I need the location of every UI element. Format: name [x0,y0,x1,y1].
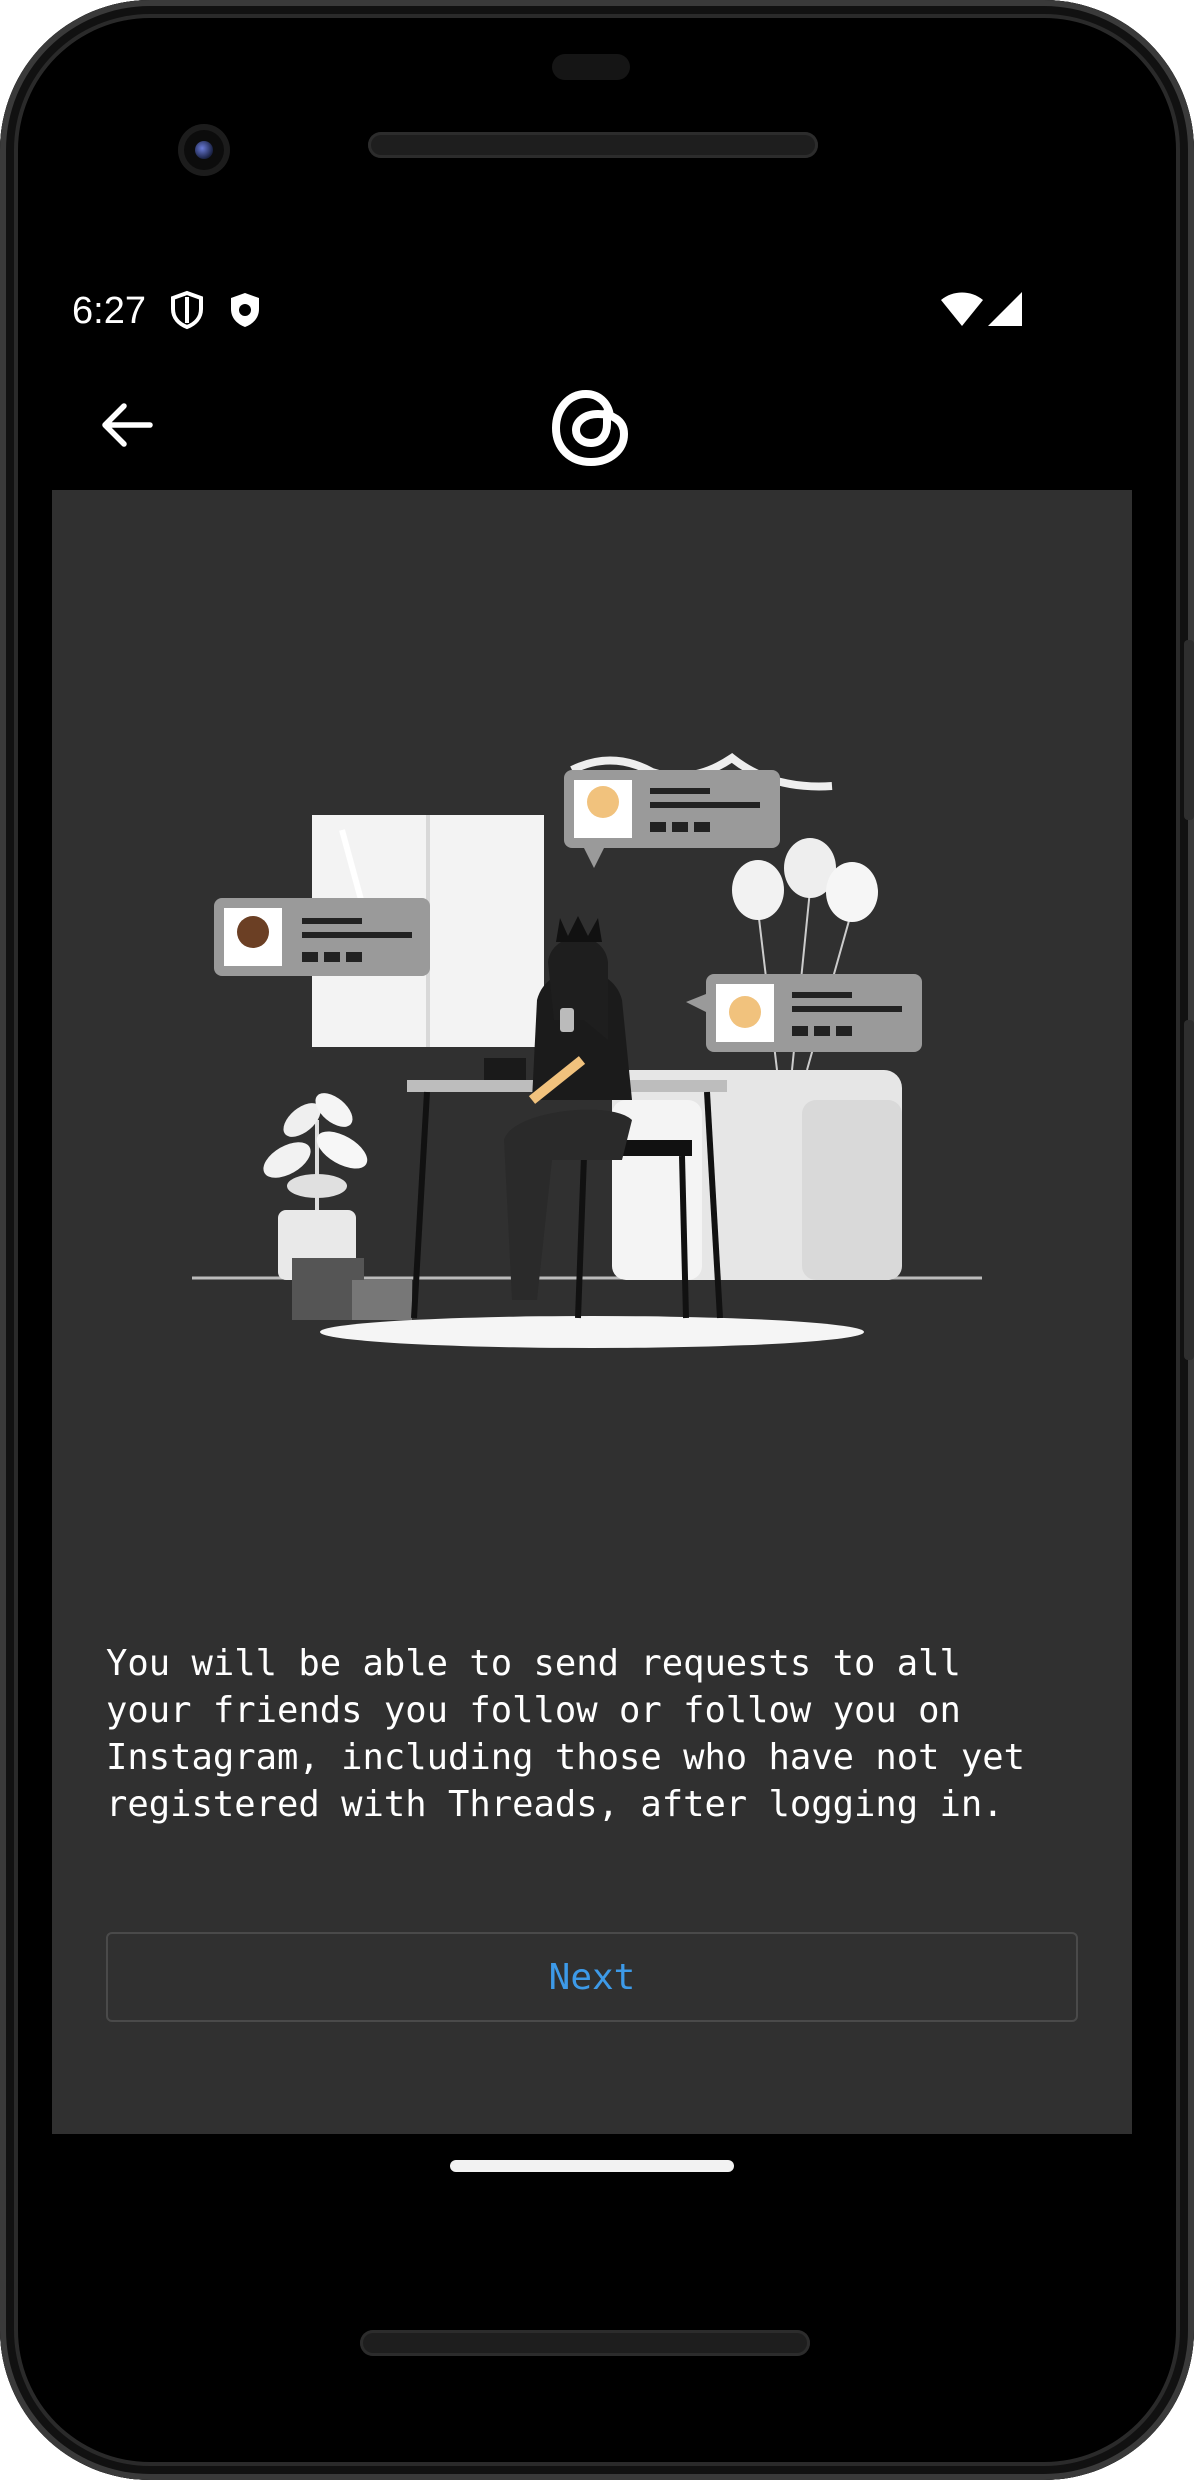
status-bar: 6:27 [52,280,1052,340]
proximity-sensor [552,54,630,80]
earpiece-speaker [368,132,818,158]
status-time: 6:27 [72,290,146,332]
volume-button [1184,1020,1194,1360]
power-button [1184,640,1194,820]
onboarding-content: You will be able to send requests to all… [52,490,1132,2134]
onboarding-description: You will be able to send requests to all… [106,1643,1026,1825]
person-at-desk-with-chat-bubbles-illustration [192,740,992,1360]
app-bar [52,360,1132,490]
shield-check-icon [228,290,262,335]
arrow-left-icon [102,403,153,447]
phone-frame: 6:27 You will be able to send requests t… [0,0,1194,2480]
wifi-icon [940,292,984,333]
bottom-speaker [360,2330,810,2356]
back-button[interactable] [92,390,162,460]
cellular-signal-icon [988,290,1024,333]
threads-logo-icon [538,372,644,478]
home-indicator[interactable] [450,2160,734,2172]
shield-outline-icon [170,290,204,335]
next-button[interactable]: Next [106,1932,1078,2022]
front-camera [178,124,230,176]
